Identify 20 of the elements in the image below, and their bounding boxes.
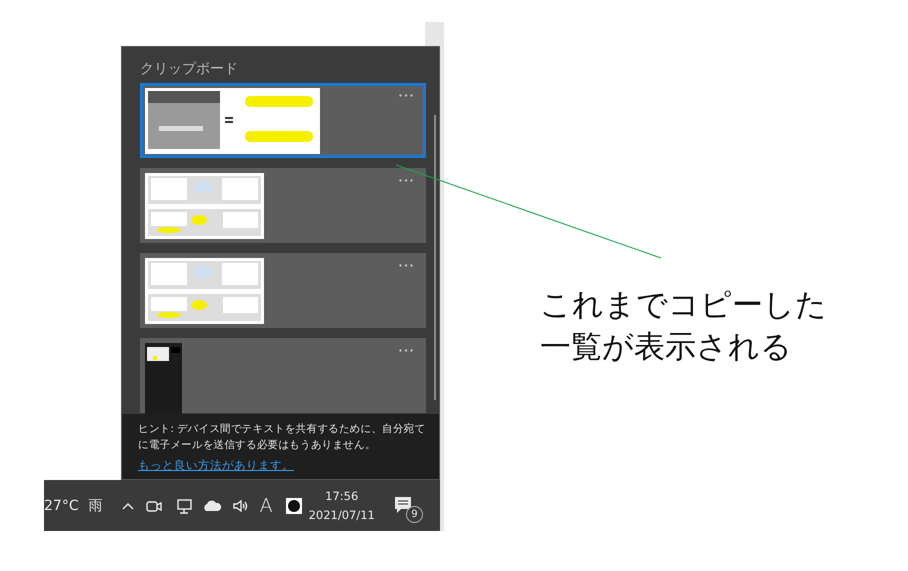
app-icon[interactable] (284, 496, 303, 514)
more-icon[interactable] (399, 264, 413, 267)
clipboard-item[interactable] (140, 338, 426, 413)
ime-indicator[interactable]: A (260, 494, 273, 516)
weather-text: 雨 (88, 496, 103, 514)
panel-title: クリップボード (139, 60, 239, 79)
scrollbar[interactable] (434, 115, 436, 400)
more-icon[interactable] (399, 349, 413, 352)
temperature-text: 27°C (44, 498, 79, 514)
notification-icon[interactable] (392, 494, 413, 514)
clipboard-item[interactable] (140, 168, 426, 243)
notification-count: 9 (406, 506, 423, 522)
clipboard-item[interactable] (140, 83, 426, 158)
hint-link[interactable]: もっと良い方法があります。 (138, 458, 294, 472)
clock[interactable]: 17:56 2021/07/11 (308, 486, 375, 524)
more-icon[interactable] (399, 179, 413, 182)
annotation-text: これまでコピーした 一覧が表示される (540, 286, 827, 367)
more-icon[interactable] (399, 94, 413, 97)
hint-text: ヒント: デバイス間でテキストを共有するために、自分宛てに電子メールを送信する必要はもうありません。 (138, 422, 426, 453)
clipboard-item[interactable] (140, 253, 426, 328)
